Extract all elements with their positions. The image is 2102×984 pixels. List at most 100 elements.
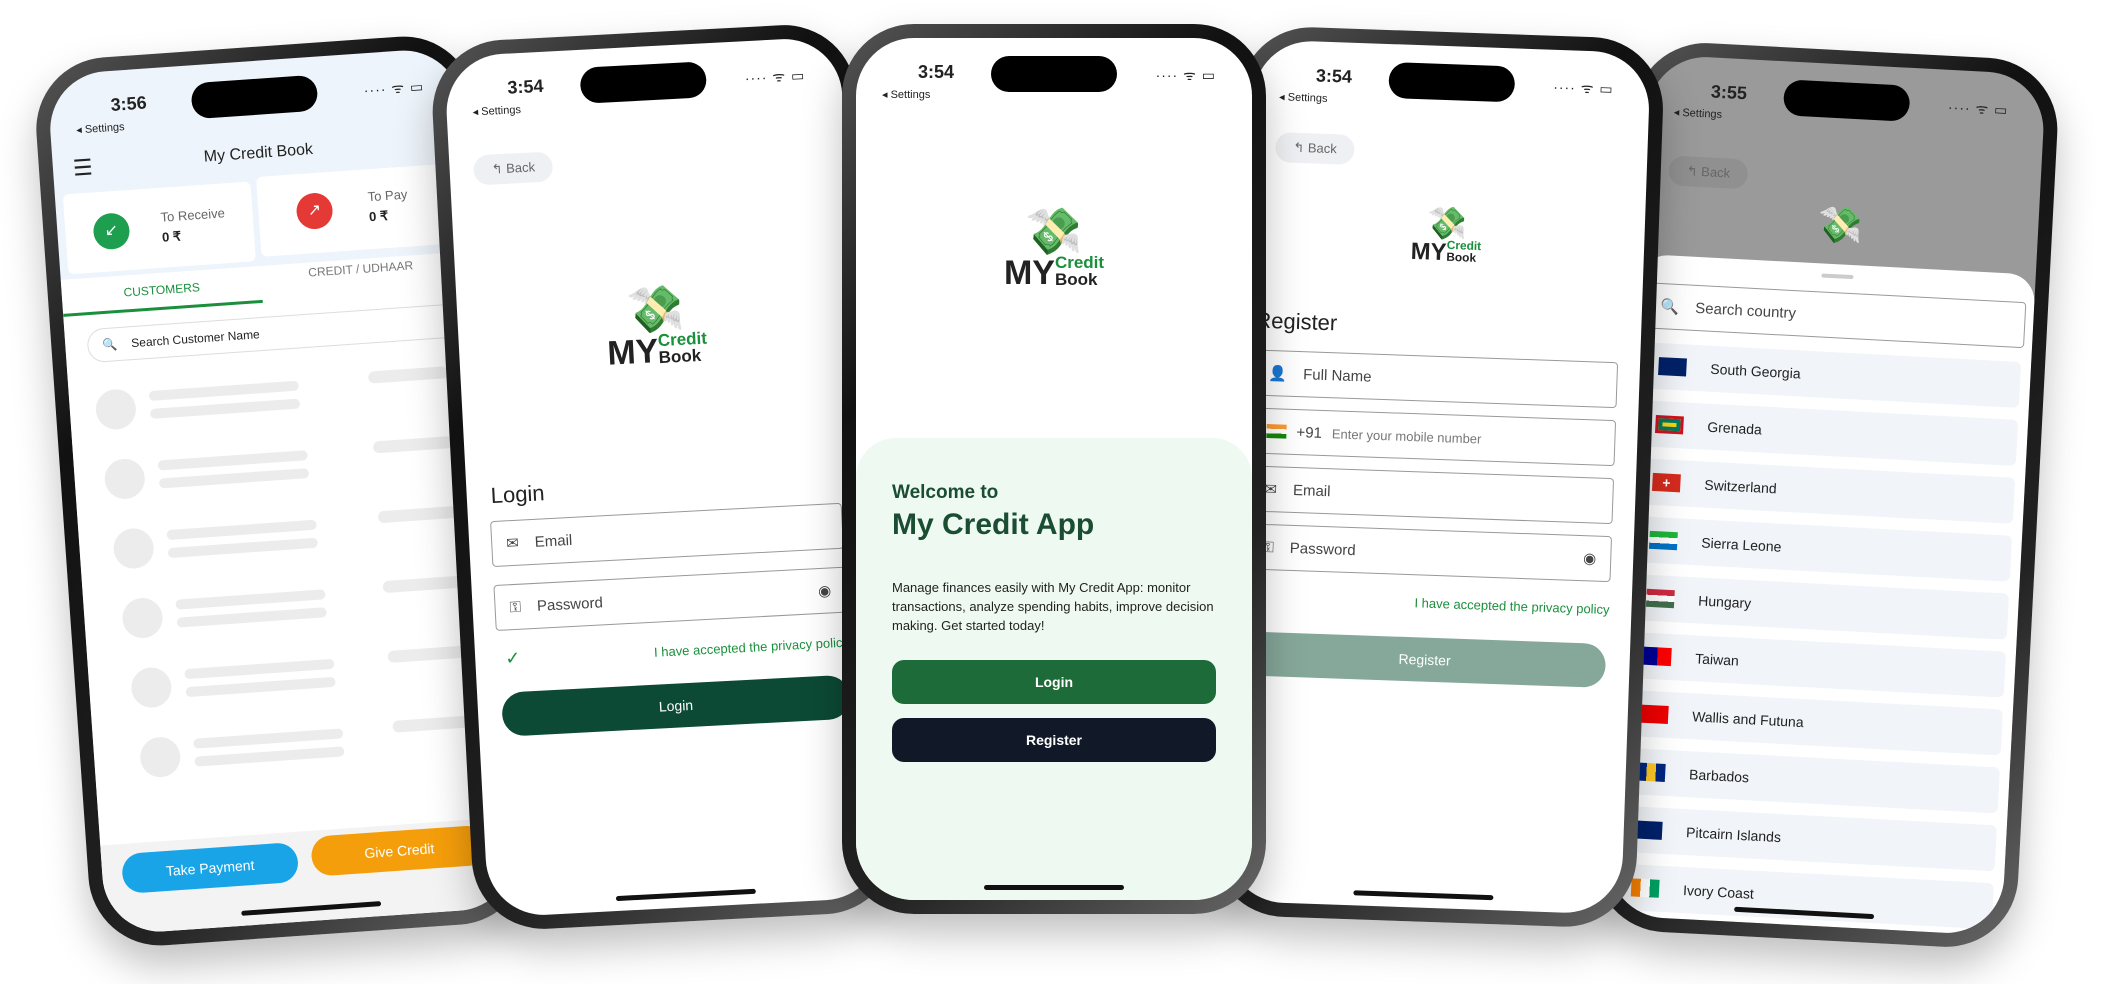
logo-my: MY	[1410, 237, 1447, 266]
password-field[interactable]: ⚿ Password ◉	[493, 566, 848, 632]
logo-mark-icon: 💸	[1025, 205, 1083, 257]
password-field[interactable]: ⚿ Password ◉	[1246, 523, 1613, 583]
register-heading: Register	[1254, 307, 1338, 336]
flag-icon: +	[1651, 472, 1681, 493]
status-time: 3:55	[1710, 81, 1748, 104]
country-item[interactable]: Barbados	[1622, 747, 2000, 814]
password-placeholder: Password	[536, 593, 604, 615]
receive-value: 0 ₹	[161, 228, 182, 245]
loading-skeleton	[46, 47, 473, 779]
email-placeholder: Email	[534, 531, 573, 551]
status-icons: ···· ᯤ ▭	[1155, 67, 1216, 83]
country-name: Wallis and Futuna	[1691, 708, 1805, 731]
status-time: 3:54	[918, 62, 955, 82]
privacy-policy-link[interactable]: I have accepted the privacy policy	[654, 635, 850, 660]
phone-login: 3:54 ◂ Settings ···· ᯤ ▭ ↰ Back 💸 MYCred…	[429, 21, 899, 933]
country-item[interactable]: Ivory Coast	[1616, 863, 1994, 930]
flag-icon	[1633, 820, 1663, 840]
country-name: Barbados	[1688, 766, 1750, 786]
app-name: My Credit App	[892, 508, 1095, 541]
back-to-settings[interactable]: ◂ Settings	[76, 120, 125, 136]
welcome-to: Welcome to	[892, 482, 999, 503]
flag-icon	[1630, 878, 1660, 898]
sheet-handle[interactable]	[1821, 273, 1854, 280]
logo-mark-icon: 💸	[625, 281, 686, 337]
mail-icon: ✉	[1264, 480, 1278, 499]
back-label: Back	[505, 159, 536, 176]
eye-off-icon[interactable]: ◉	[818, 581, 832, 600]
key-icon: ⚿	[509, 598, 522, 616]
password-placeholder: Password	[1289, 539, 1356, 559]
receive-label: To Receive	[160, 205, 226, 225]
back-arrow-icon: ↰	[1686, 163, 1702, 180]
status-time: 3:54	[1315, 65, 1353, 87]
mobile-placeholder: Enter your mobile number	[1331, 425, 1482, 446]
back-button[interactable]: ↰ Back	[1274, 132, 1356, 165]
country-name: Grenada	[1706, 418, 1763, 438]
email-field[interactable]: ✉ Email	[490, 502, 844, 568]
country-item[interactable]: Grenada	[1640, 400, 2019, 466]
country-item[interactable]: Pitcairn Islands	[1619, 805, 1997, 872]
country-item[interactable]: South Georgia	[1643, 342, 2022, 408]
logo-my: MY	[1003, 254, 1055, 292]
country-name: Switzerland	[1703, 476, 1778, 497]
logo-book: Book	[1446, 250, 1477, 265]
register-button[interactable]: Register	[892, 718, 1216, 762]
back-button[interactable]: ↰ Back	[472, 151, 554, 186]
flag-icon	[1658, 357, 1687, 377]
arrow-up-right-icon: ↗	[295, 191, 334, 231]
country-name: Taiwan	[1694, 650, 1740, 669]
register-button[interactable]: Register	[1242, 631, 1607, 688]
back-arrow-icon: ↰	[1293, 139, 1309, 156]
to-receive-card[interactable]: ↙ To Receive 0 ₹	[62, 181, 256, 275]
country-item[interactable]: + Switzerland	[1637, 458, 2016, 524]
country-code: +91	[1296, 423, 1323, 442]
india-flag-icon	[1266, 423, 1287, 439]
arrow-down-left-icon: ↙	[92, 212, 131, 251]
phone-welcome: 3:54 ◂ Settings ···· ᯤ ▭ 💸 MYCredit Book …	[842, 24, 1266, 914]
country-sheet: 🔍 Search country South Georgia Grenada + S…	[1605, 253, 2036, 936]
back-to-settings[interactable]: ◂ Settings	[472, 103, 521, 119]
mobile-field[interactable]: +91 Enter your mobile number	[1250, 407, 1617, 467]
back-to-settings[interactable]: ◂ Settings	[1673, 106, 1722, 122]
phone-register: 3:54 ◂ Settings ···· ᯤ ▭ ↰ Back 💸 MYCred…	[1210, 24, 1666, 930]
email-field[interactable]: ✉ Email	[1248, 465, 1615, 525]
search-country-input[interactable]: 🔍 Search country	[1644, 282, 2027, 349]
full-name-placeholder: Full Name	[1302, 365, 1372, 386]
search-placeholder: Search country	[1694, 299, 1797, 322]
back-button[interactable]: ↰ Back	[1667, 155, 1749, 190]
country-item[interactable]: Wallis and Futuna	[1625, 689, 2004, 756]
flag-icon	[1639, 704, 1669, 725]
flag-icon	[1642, 646, 1672, 667]
status-icons: ···· ᯤ ▭	[363, 78, 425, 99]
login-button[interactable]: Login	[892, 660, 1216, 704]
eye-off-icon[interactable]: ◉	[1583, 549, 1597, 567]
status-time: 3:54	[506, 75, 544, 98]
logo-book: Book	[1054, 270, 1098, 289]
back-label: Back	[1307, 140, 1338, 157]
app-logo: 💸 MYCredit Book	[1410, 204, 1482, 268]
person-icon: 👤	[1268, 365, 1288, 383]
mail-icon: ✉	[505, 534, 520, 553]
logo-my: MY	[606, 332, 660, 373]
country-name: South Georgia	[1710, 360, 1802, 382]
login-button[interactable]: Login	[501, 674, 851, 737]
flag-icon	[1645, 588, 1675, 609]
phone-country-picker: 3:55 ◂ Settings ···· ᯤ ▭ ↰ Back 💸 🔍 Searc…	[1591, 39, 2061, 951]
full-name-field[interactable]: 👤 Full Name	[1252, 349, 1619, 409]
email-placeholder: Email	[1292, 481, 1331, 500]
search-icon: 🔍	[1660, 298, 1680, 317]
flag-icon	[1636, 762, 1666, 782]
country-name: Hungary	[1697, 592, 1752, 612]
country-item[interactable]: Sierra Leone	[1634, 516, 2013, 582]
privacy-checkbox[interactable]: ✓	[505, 648, 521, 670]
country-item[interactable]: Hungary	[1631, 574, 2010, 640]
back-arrow-icon: ↰	[491, 160, 507, 177]
privacy-policy-link[interactable]: I have accepted the privacy policy	[1414, 595, 1610, 617]
country-item[interactable]: Taiwan	[1628, 631, 2007, 698]
app-logo: 💸 MYCredit Book	[604, 281, 708, 374]
welcome-panel: Welcome to My Credit App Manage finances…	[856, 438, 1252, 900]
back-to-settings[interactable]: ◂ Settings	[1279, 90, 1328, 105]
back-to-settings[interactable]: ◂ Settings	[882, 88, 930, 101]
flag-icon	[1648, 530, 1678, 551]
